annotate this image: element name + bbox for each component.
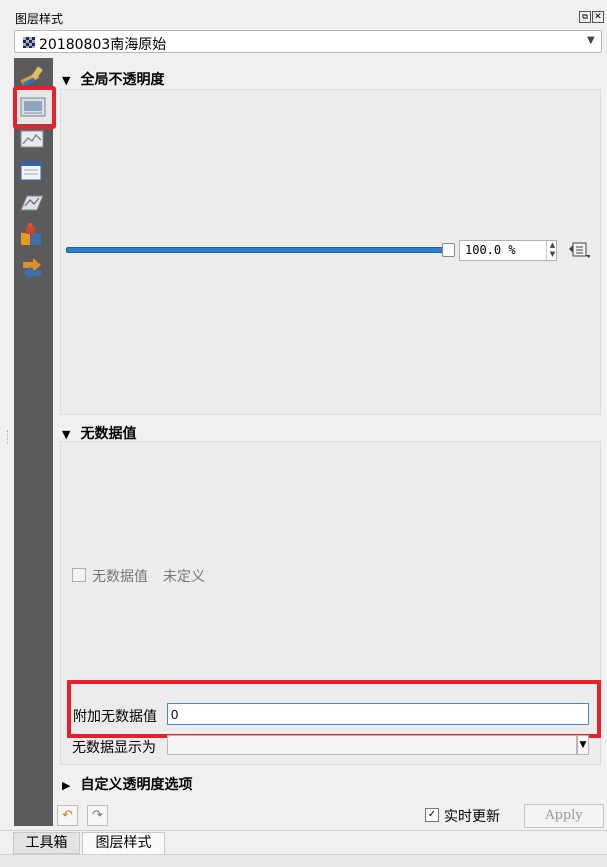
spin-arrows-icon[interactable]: ▲ ▼ (546, 241, 558, 260)
nodata-undefined-text: 未定义 (163, 569, 205, 585)
apply-button[interactable]: Apply (524, 804, 604, 828)
raster-layer-icon (23, 37, 35, 48)
collapse-triangle-icon: ▼ (62, 428, 71, 441)
data-defined-override-icon[interactable] (568, 240, 590, 260)
section-title-nodata: 无数据值 (80, 426, 137, 442)
section-title-global-opacity: 全局不透明度 (80, 72, 165, 88)
legend-icon[interactable] (19, 256, 45, 280)
annotation-red-box-sidebar (13, 86, 56, 129)
undo-icon[interactable]: ↶ (57, 805, 78, 826)
float-icon[interactable]: ⧉ (579, 11, 591, 23)
pyramids-icon[interactable] (18, 192, 46, 214)
chevron-down-icon: ▼ (587, 35, 595, 46)
dock-resize-grip[interactable] (7, 430, 10, 444)
live-update-label: 实时更新 (444, 809, 500, 825)
histogram-icon[interactable] (20, 129, 46, 151)
symbology-brush-icon[interactable] (19, 64, 45, 88)
section-header-nodata[interactable]: ▼ 无数据值 (62, 423, 136, 443)
nodata-display-as-select[interactable] (167, 735, 577, 755)
chevron-down-icon[interactable]: ▼ (577, 735, 589, 755)
panel-title-bar (0, 0, 607, 28)
redo-icon[interactable]: ↷ (87, 805, 108, 826)
nodata-checkbox[interactable] (72, 568, 86, 582)
expand-triangle-icon: ▶ (62, 779, 71, 792)
rendering-icon[interactable] (20, 160, 46, 182)
metadata-icon[interactable] (19, 222, 45, 248)
section-title-custom-transparency: 自定义透明度选项 (80, 777, 193, 793)
nodata-display-as-label: 无数据显示为 (72, 740, 156, 756)
section-header-global-opacity[interactable]: ▼ 全局不透明度 (62, 69, 164, 89)
opacity-value: 100.0 % (465, 243, 516, 257)
nodata-checkbox-label: 无数据值 (92, 569, 148, 585)
opacity-slider[interactable] (66, 247, 448, 253)
opacity-slider-handle[interactable] (442, 243, 455, 257)
layer-selector-value: 20180803南海原始 (39, 37, 167, 53)
tab-toolbox[interactable]: 工具箱 (13, 832, 80, 854)
tab-layer-styling[interactable]: 图层样式 (82, 832, 165, 854)
live-update-checkbox[interactable]: ✓ (425, 808, 439, 822)
section-header-custom-transparency[interactable]: ▶ 自定义透明度选项 (62, 774, 192, 794)
annotation-red-box-nodata (67, 680, 601, 738)
status-strip (0, 854, 607, 867)
opacity-spinbox[interactable]: 100.0 % ▲ ▼ (459, 240, 557, 261)
panel-title: 图层样式 (15, 12, 64, 26)
layer-selector[interactable]: 20180803南海原始 ▼ (14, 30, 602, 53)
collapse-triangle-icon: ▼ (62, 74, 71, 87)
close-icon[interactable]: ✕ (592, 11, 604, 23)
